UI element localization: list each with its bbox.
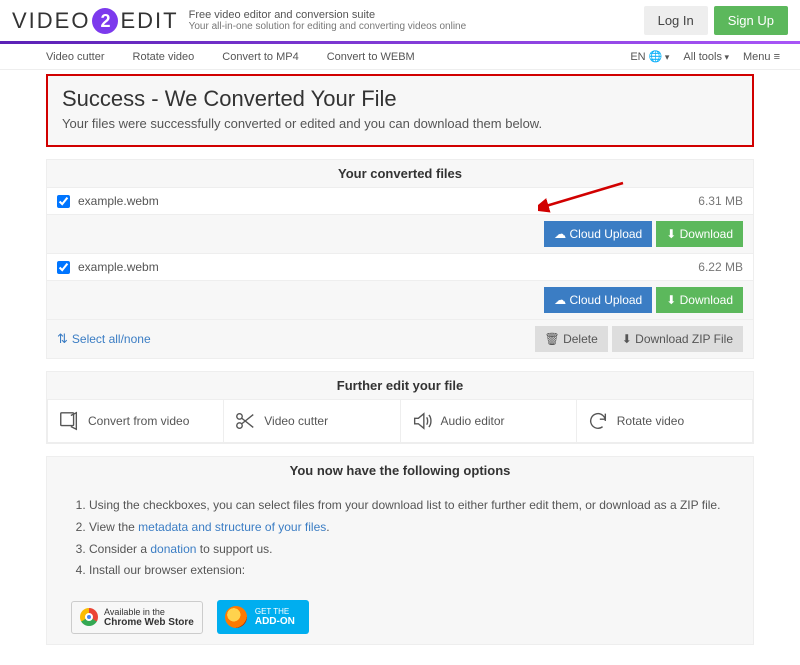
options-heading: You now have the following options: [47, 457, 753, 484]
logo[interactable]: VIDEO 2 EDIT: [12, 8, 179, 34]
download-button[interactable]: ⬇ Download: [656, 287, 743, 313]
scissors-icon: [234, 410, 256, 432]
main-menu[interactable]: Menu ≡: [743, 51, 780, 63]
tool-label: Rotate video: [617, 414, 684, 428]
tool-video-cutter[interactable]: Video cutter: [224, 400, 400, 442]
firefox-extension-badge[interactable]: GET THEADD-ON: [217, 600, 309, 634]
download-button[interactable]: ⬇ Download: [656, 221, 743, 247]
logo-video: VIDEO: [12, 8, 90, 34]
options-panel: You now have the following options Using…: [46, 456, 754, 645]
donation-link[interactable]: donation: [150, 542, 196, 556]
option-item: Using the checkboxes, you can select fil…: [89, 497, 729, 514]
edit-icon: [58, 410, 80, 432]
header: VIDEO 2 EDIT Free video editor and conve…: [0, 0, 800, 41]
file-name: example.webm: [78, 260, 159, 274]
all-tools-menu[interactable]: All tools: [683, 51, 729, 63]
tagline-sub: Your all-in-one solution for editing and…: [189, 21, 467, 32]
option-item: Install our browser extension:: [89, 562, 729, 579]
download-zip-button[interactable]: ⬇ Download ZIP File: [612, 326, 743, 352]
converted-files-panel: Your converted files example.webm 6.31 M…: [46, 159, 754, 359]
firefox-icon: [225, 606, 247, 628]
bulk-actions-row: ⇅ Select all/none 🗑 Delete ⬇ Download ZI…: [47, 319, 753, 358]
file-actions: ☁ Cloud Upload ⬇ Download: [47, 215, 753, 253]
file-name: example.webm: [78, 194, 159, 208]
tool-rotate-video[interactable]: Rotate video: [577, 400, 752, 442]
chrome-extension-badge[interactable]: Available in theChrome Web Store: [71, 601, 203, 634]
rotate-icon: [587, 410, 609, 432]
cloud-upload-button[interactable]: ☁ Cloud Upload: [544, 287, 652, 313]
file-checkbox[interactable]: [57, 261, 70, 274]
option-item: View the metadata and structure of your …: [89, 519, 729, 536]
nav-rotate-video[interactable]: Rotate video: [133, 51, 195, 63]
audio-icon: [411, 410, 433, 432]
select-all-icon: ⇅: [57, 331, 68, 347]
file-row: example.webm 6.22 MB: [47, 253, 753, 281]
file-actions: ☁ Cloud Upload ⬇ Download: [47, 281, 753, 319]
further-edit-panel: Further edit your file Convert from vide…: [46, 371, 754, 444]
tool-label: Audio editor: [441, 414, 505, 428]
toolbar: Video cutter Rotate video Convert to MP4…: [0, 44, 800, 70]
cloud-upload-button[interactable]: ☁ Cloud Upload: [544, 221, 652, 247]
metadata-link[interactable]: metadata and structure of your files: [138, 520, 326, 534]
file-row: example.webm 6.31 MB: [47, 187, 753, 215]
tool-label: Convert from video: [88, 414, 189, 428]
login-button[interactable]: Log In: [644, 6, 708, 35]
tagline: Free video editor and conversion suite Y…: [189, 9, 467, 32]
chrome-icon: [80, 608, 98, 626]
logo-two: 2: [92, 8, 118, 34]
nav-convert-mp4[interactable]: Convert to MP4: [222, 51, 298, 63]
success-subtitle: Your files were successfully converted o…: [62, 116, 738, 131]
signup-button[interactable]: Sign Up: [714, 6, 788, 35]
tagline-title: Free video editor and conversion suite: [189, 9, 467, 21]
success-banner: Success - We Converted Your File Your fi…: [46, 74, 754, 147]
delete-button[interactable]: 🗑 Delete: [535, 326, 608, 352]
success-title: Success - We Converted Your File: [62, 86, 738, 112]
language-menu[interactable]: EN 🌐: [630, 50, 669, 63]
nav-video-cutter[interactable]: Video cutter: [46, 51, 105, 63]
tool-audio-editor[interactable]: Audio editor: [401, 400, 577, 442]
nav-convert-webm[interactable]: Convert to WEBM: [327, 51, 415, 63]
converted-files-heading: Your converted files: [47, 160, 753, 187]
further-edit-heading: Further edit your file: [47, 372, 753, 399]
file-size: 6.22 MB: [698, 260, 743, 274]
file-checkbox[interactable]: [57, 195, 70, 208]
tool-convert-from-video[interactable]: Convert from video: [48, 400, 224, 442]
tool-label: Video cutter: [264, 414, 328, 428]
logo-edit: EDIT: [120, 8, 178, 34]
select-all-link[interactable]: Select all/none: [72, 332, 151, 346]
option-item: Consider a donation to support us.: [89, 541, 729, 558]
file-size: 6.31 MB: [698, 194, 743, 208]
